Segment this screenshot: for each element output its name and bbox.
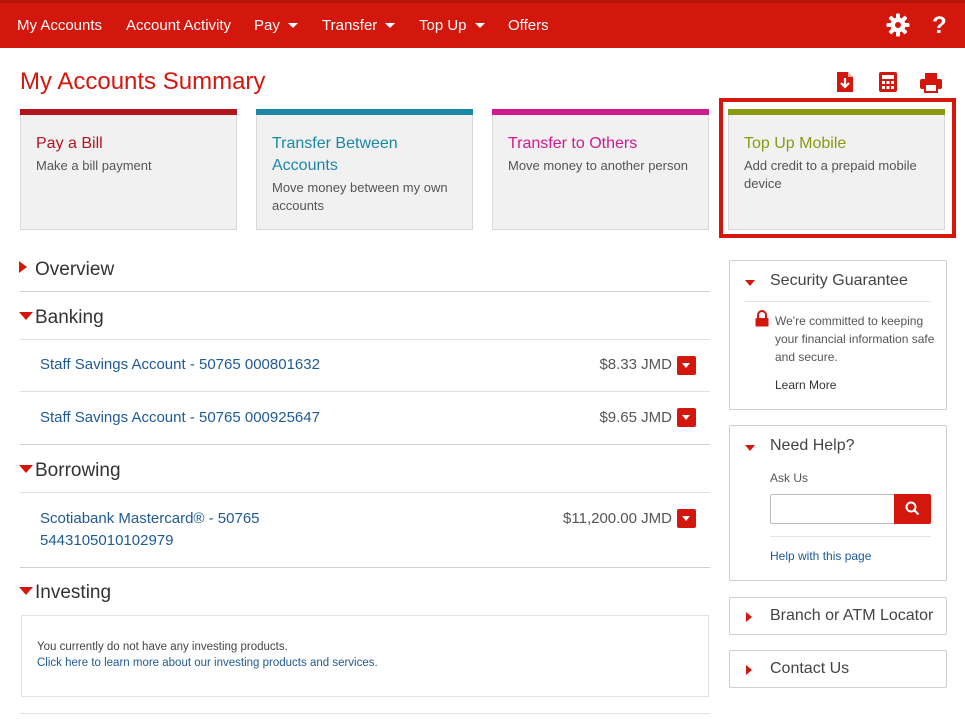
branch-atm-locator-panel[interactable]: Branch or ATM Locator xyxy=(729,597,947,635)
download-icon[interactable] xyxy=(834,71,856,93)
selected-tile-highlight xyxy=(719,98,956,238)
gear-icon[interactable] xyxy=(886,13,910,45)
panel-title[interactable]: Need Help? xyxy=(770,437,855,455)
caret-down-icon xyxy=(19,587,33,595)
ask-us-input[interactable] xyxy=(770,494,895,524)
page-title: My Accounts Summary xyxy=(20,68,266,95)
chevron-down-icon xyxy=(474,23,485,28)
panel-title[interactable]: Security Guarantee xyxy=(770,272,908,290)
search-icon xyxy=(905,501,920,516)
panel-title: Contact Us xyxy=(770,660,850,677)
section-overview-toggle[interactable]: Overview xyxy=(19,259,114,281)
account-menu-button[interactable] xyxy=(677,509,696,528)
tile-color-bar xyxy=(492,109,709,115)
nav-label: Transfer xyxy=(322,17,378,34)
security-guarantee-panel: Security Guarantee We're committed to ke… xyxy=(729,260,947,410)
nav-account-activity[interactable]: Account Activity xyxy=(126,17,231,34)
account-link[interactable]: Staff Savings Account - 50765 000925647 xyxy=(40,407,320,429)
divider xyxy=(770,536,931,537)
caret-down-icon xyxy=(19,312,33,320)
tile-title: Transfer Between Accounts xyxy=(272,135,398,174)
nav-label: Offers xyxy=(508,17,549,34)
nav-label: Account Activity xyxy=(126,17,232,34)
caret-down-icon xyxy=(745,280,755,286)
account-menu-button[interactable] xyxy=(677,408,696,427)
tile-description: Move money between my own accounts xyxy=(272,180,448,213)
section-banking-toggle[interactable]: Banking xyxy=(19,307,104,329)
tile-color-bar xyxy=(256,109,473,115)
nav-transfer[interactable]: Transfer xyxy=(322,17,396,34)
need-help-panel: Need Help? Ask Us Help with this page xyxy=(729,425,947,581)
section-label: Investing xyxy=(35,582,112,603)
security-text-line: We're committed to keeping xyxy=(775,314,924,328)
divider xyxy=(20,444,710,445)
nav-my-accounts[interactable]: My Accounts xyxy=(17,17,102,34)
help-with-page-link[interactable]: Help with this page xyxy=(770,547,871,565)
section-investing-toggle[interactable]: Investing xyxy=(19,582,111,604)
tile-description: Make a bill payment xyxy=(36,158,152,173)
security-text-line: your financial information safe xyxy=(775,332,935,346)
divider xyxy=(20,291,710,292)
caret-right-icon xyxy=(746,665,752,675)
tile-pay-a-bill[interactable]: Pay a Bill Make a bill payment xyxy=(20,109,237,230)
top-navigation: My Accounts Account Activity Pay Transfe… xyxy=(0,0,965,48)
section-label: Overview xyxy=(35,259,115,280)
tile-description: Move money to another person xyxy=(508,158,688,173)
nav-pay[interactable]: Pay xyxy=(254,17,298,34)
chevron-down-icon xyxy=(287,23,298,28)
print-icon[interactable] xyxy=(919,71,943,93)
nav-top-up[interactable]: Top Up xyxy=(419,17,485,34)
tile-transfer-to-others[interactable]: Transfer to Others Move money to another… xyxy=(492,109,709,230)
investing-learn-more-link[interactable]: Click here to learn more about our inves… xyxy=(37,657,378,669)
security-text: We're committed to keeping your financia… xyxy=(775,312,945,366)
contact-us-panel[interactable]: Contact Us xyxy=(729,650,947,688)
account-balance: $8.33 JMD xyxy=(599,356,672,373)
account-balance: $9.65 JMD xyxy=(599,409,672,426)
investing-empty-box: You currently do not have any investing … xyxy=(21,615,709,697)
help-icon[interactable]: ? xyxy=(932,11,947,41)
section-borrowing-toggle[interactable]: Borrowing xyxy=(19,460,121,482)
section-label: Borrowing xyxy=(35,460,121,481)
divider xyxy=(745,301,931,302)
caret-right-icon xyxy=(746,612,752,622)
tile-title: Pay a Bill xyxy=(36,135,103,152)
caret-down-icon xyxy=(19,465,33,473)
learn-more-link[interactable]: Learn More xyxy=(775,376,836,394)
help-glyph: ? xyxy=(932,12,947,39)
account-link[interactable]: Scotiabank Mastercard® - 50765 544310501… xyxy=(40,508,260,552)
security-text-line: and secure. xyxy=(775,350,838,364)
caret-right-icon xyxy=(19,261,27,273)
investing-message: You currently do not have any investing … xyxy=(37,641,288,653)
ask-us-label: Ask Us xyxy=(770,471,809,485)
tile-transfer-between-accounts[interactable]: Transfer Between Accounts Move money bet… xyxy=(256,109,473,230)
account-number-line: 5443105010102979 xyxy=(40,532,174,549)
divider xyxy=(20,567,710,568)
divider xyxy=(20,391,710,392)
divider xyxy=(20,492,710,493)
calculator-icon[interactable] xyxy=(877,71,899,93)
divider xyxy=(20,339,710,340)
panel-title: Branch or ATM Locator xyxy=(770,607,934,624)
chevron-down-icon xyxy=(385,23,396,28)
nav-offers[interactable]: Offers xyxy=(508,17,549,34)
lock-icon xyxy=(754,310,770,332)
search-button[interactable] xyxy=(894,494,931,524)
caret-down-icon xyxy=(745,445,755,451)
account-link[interactable]: Staff Savings Account - 50765 000801632 xyxy=(40,354,320,376)
tile-title: Transfer to Others xyxy=(508,135,638,152)
nav-label: Pay xyxy=(254,17,280,34)
section-label: Banking xyxy=(35,307,104,328)
account-menu-button[interactable] xyxy=(677,356,696,375)
account-balance: $11,200.00 JMD xyxy=(563,510,672,527)
divider xyxy=(20,713,710,714)
nav-label: My Accounts xyxy=(17,17,103,34)
account-name-line: Scotiabank Mastercard® - 50765 xyxy=(40,510,260,527)
nav-label: Top Up xyxy=(419,17,467,34)
tile-color-bar xyxy=(20,109,237,115)
